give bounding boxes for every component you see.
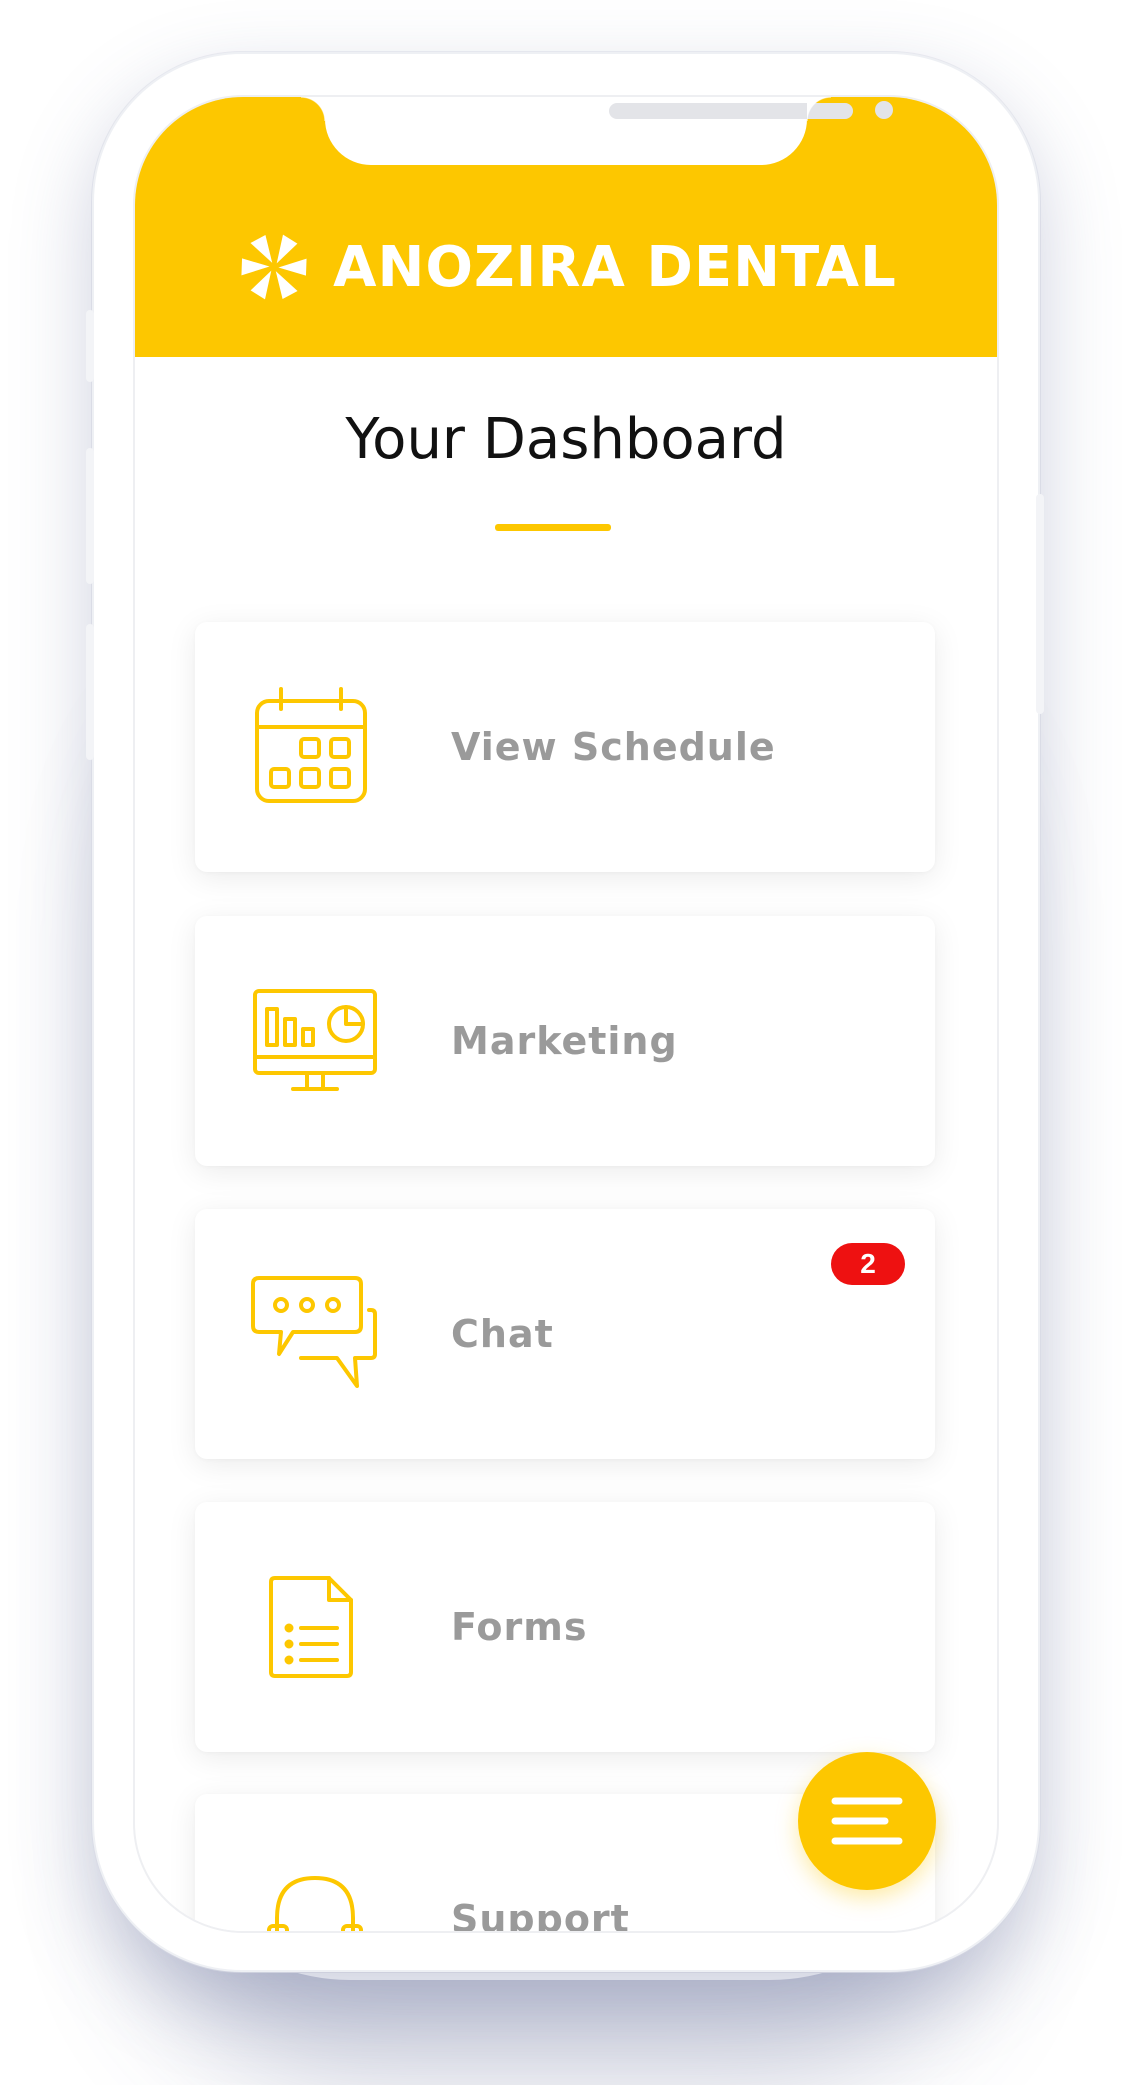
phone-side-button [86,624,94,760]
headset-icon [267,1876,363,1931]
menu-label-view-schedule: View Schedule [451,725,776,769]
calendar-icon [255,687,367,803]
document-list-icon [269,1576,353,1678]
chat-bubbles-icon [251,1276,377,1388]
brand: ANOZIRA DENTAL [135,227,997,307]
menu-card-marketing[interactable]: Marketing [195,916,935,1166]
monitor-chart-icon [253,989,377,1091]
menu-label-marketing: Marketing [451,1019,678,1063]
brand-name: ANOZIRA DENTAL [333,234,897,300]
menu-label-chat: Chat [451,1312,554,1356]
menu-label-forms: Forms [451,1605,588,1649]
title-underline [495,524,611,531]
menu-fab-button[interactable] [798,1752,936,1890]
phone-side-button [86,310,94,382]
speaker-grille [609,103,853,119]
app-header: ANOZIRA DENTAL [135,97,997,357]
menu-card-forms[interactable]: Forms [195,1502,935,1752]
phone-notch [301,97,893,165]
notification-badge: 2 [831,1243,905,1285]
app-screen: ANOZIRA DENTAL Your Dashboard View Sched… [133,95,999,1933]
page-title: Your Dashboard [345,407,787,472]
menu-card-chat[interactable]: Chat 2 [195,1209,935,1459]
menu-lines-icon [831,1797,903,1845]
pinwheel-logo-icon [241,234,307,300]
menu-label-support: Support [451,1897,630,1933]
menu-card-view-schedule[interactable]: View Schedule [195,622,935,872]
phone-side-button [86,448,94,584]
front-camera [875,101,893,119]
phone-side-button [1036,494,1044,714]
